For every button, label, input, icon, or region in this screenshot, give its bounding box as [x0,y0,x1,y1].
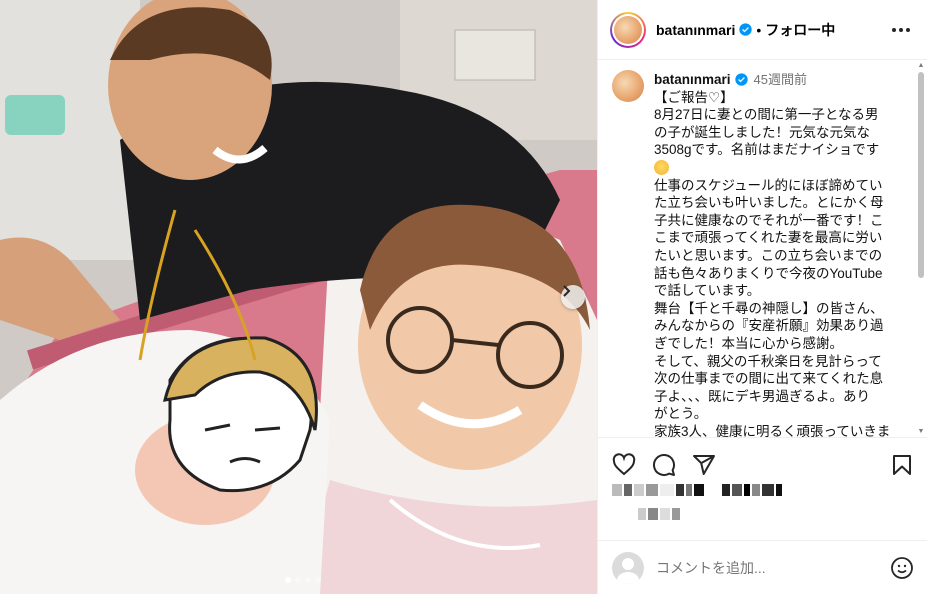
caption-line: 次の仕事までの間に出て来てくれた息 [654,371,884,387]
caption-line [654,159,916,177]
caption-scroll-area[interactable]: batanınmari 45週間前 【ご報告♡】 8月27日に妻との間に第一子と… [598,60,916,437]
caption-line: の子が誕生しました！元気な元気な [654,124,870,140]
caption-line: みんなからの『安産祈願』効果あり過 [654,318,884,334]
carousel-dot [315,577,321,583]
caption-line: 舞台【千と千尋の神隠し】の皆さん、 [654,300,884,316]
smiley-icon[interactable] [890,556,914,580]
follow-status-button[interactable]: フォロー中 [765,20,835,40]
author-username[interactable]: batanınmari [656,22,735,38]
caption-body: batanınmari 45週間前 【ご報告♡】 8月27日に妻との間に第一子と… [654,70,916,437]
caption-line: こまで頑張ってくれた妻を最高に労い [654,230,883,246]
caption-line: そして、親父の千秋楽日を見計らって [654,353,882,369]
caption-row: batanınmari 45週間前 【ご報告♡】 8月27日に妻との間に第一子と… [612,70,916,437]
post-side-panel: batanınmari • フォロー中 batanınmari 45週間前 【ご… [597,0,927,594]
carousel-dot [305,577,311,583]
caption-line: 8月27日に妻との間に第一子となる男 [654,107,879,123]
liked-by-text-redacted[interactable] [612,484,782,496]
caption-line: ぎでした！本当に心から感謝。 [654,335,843,351]
caption-line: 【ご報告♡】 [654,89,734,105]
face-sticker [163,336,318,493]
caption-line: たいと思います。この立ち会いまでの [654,247,883,263]
verified-badge-icon [739,23,753,36]
post-media[interactable] [0,0,597,594]
carousel-next-button[interactable] [561,285,585,309]
scroll-thumb[interactable] [918,72,924,278]
caption-avatar[interactable] [612,70,644,102]
caption-header: batanınmari 45週間前 [654,71,916,89]
verified-badge-icon [734,73,748,86]
header-separator: • [756,21,762,38]
more-horizontal-icon [892,27,910,32]
scroll-up-arrow[interactable]: ▲ [917,62,925,70]
caption-line: 仕事のスケジュール的にほぼ諦めてい [654,177,883,193]
more-options-button[interactable] [889,18,913,42]
comment-composer [598,540,927,594]
post-timestamp[interactable]: 45週間前 [754,71,807,89]
scroll-down-arrow[interactable]: ▼ [917,428,925,436]
caption-line: 話も色々ありまくりで今夜のYouTube [654,265,883,281]
caption-line: 子よ、、、既にデキ男過ぎるよ。あり [654,388,870,404]
post-photo [0,0,597,594]
current-user-avatar [612,551,644,584]
comment-bubble-icon[interactable] [652,453,676,477]
chevron-right-icon [563,285,571,297]
caption-scrollbar[interactable]: ▲ ▼ [917,62,925,436]
caption-line: 3508gです。名前はまだナイショです [654,142,880,158]
caption-line: 子共に健康なのでそれが一番です！こ [654,212,884,228]
carousel-dot [285,577,291,583]
comment-input[interactable] [656,559,876,576]
carousel-dot [295,577,301,583]
caption-username[interactable]: batanınmari [654,71,731,89]
caption-text: 【ご報告♡】 8月27日に妻との間に第一子となる男 の子が誕生しました！元気な元… [654,89,916,437]
paper-plane-icon[interactable] [692,453,716,477]
author-avatar[interactable] [610,11,646,48]
bookmark-icon[interactable] [890,453,914,477]
caption-line: で話しています。 [654,283,761,299]
heart-icon[interactable] [612,453,636,477]
caption-line: がとう。 [654,406,708,422]
likes-count-redacted[interactable] [638,508,680,520]
caption-line: た立ち会いも叶いました。とにかく母 [654,195,884,211]
carousel-indicator [285,577,321,583]
caption-line: 家族3人、健康に明るく頑張っていきま [654,423,891,437]
post-header: batanınmari • フォロー中 [598,0,927,60]
shushing-emoji-icon [654,159,669,175]
